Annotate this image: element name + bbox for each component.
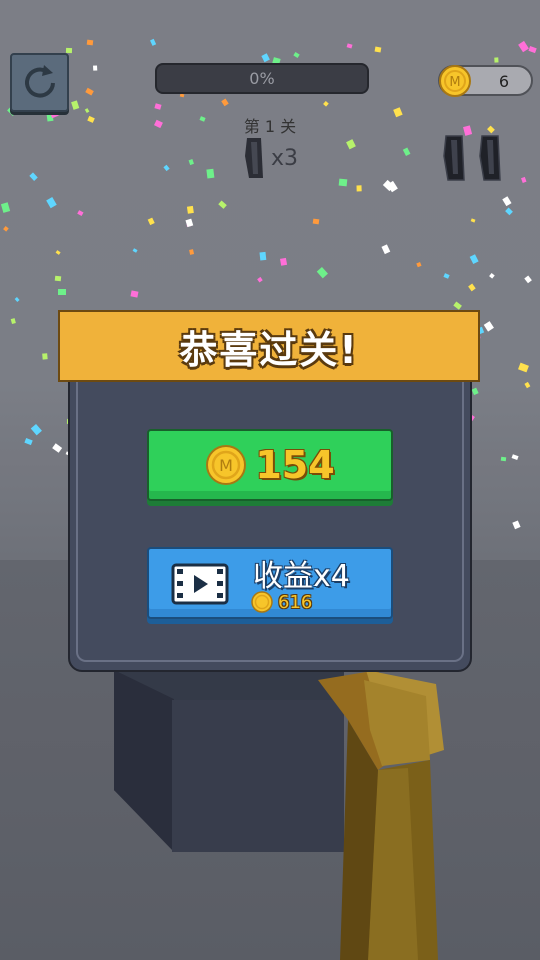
confetti-piece [65, 47, 73, 54]
level-progress-bar: 0% [155, 63, 369, 94]
restart-icon [24, 64, 55, 98]
confetti-piece [188, 158, 194, 165]
coin-counter: M 6 [438, 65, 533, 97]
ad-reward: 616 [251, 591, 312, 613]
confetti-piece [41, 352, 48, 360]
ad-reward-amount: 616 [278, 591, 313, 613]
ad-button-label: 收益x4 [253, 559, 350, 594]
coin-icon: M [439, 65, 471, 97]
confetti-piece [280, 258, 288, 267]
coin-count: 6 [498, 72, 509, 91]
spare-magazines [442, 134, 502, 182]
panel-inner-border [76, 380, 464, 662]
level-complete-panel [68, 378, 472, 672]
confetti-piece [259, 252, 267, 261]
magazine-count-text: x3 [271, 145, 299, 171]
reward-amount: 154 [255, 443, 335, 487]
claim-reward-button[interactable]: M 154 [147, 429, 393, 501]
coin-icon [251, 591, 273, 613]
confetti-piece [93, 65, 98, 71]
confetti-piece [374, 46, 381, 52]
magazine-icon [443, 135, 465, 181]
restart-button[interactable] [10, 53, 69, 112]
confetti-piece [206, 168, 215, 179]
level-label: 第 1 关 [243, 117, 297, 136]
magazine-icon [479, 135, 501, 181]
confetti-piece [356, 185, 362, 192]
progress-text: 0% [249, 69, 275, 88]
confetti-piece [57, 288, 66, 295]
title-banner: 恭喜过关! [58, 310, 480, 382]
confetti-piece [54, 275, 61, 281]
svg-text:M: M [219, 456, 233, 475]
svg-text:M: M [449, 75, 460, 90]
magazine-count: x3 [243, 136, 298, 180]
watch-ad-multiplier-button[interactable]: 收益x4 616 [147, 547, 393, 619]
confetti-piece [188, 249, 195, 255]
magazine-icon [245, 138, 263, 178]
confetti-piece [338, 178, 348, 187]
dialog-title: 恭喜过关! [179, 327, 359, 372]
video-icon [171, 563, 229, 605]
coin-icon: M [206, 445, 247, 485]
confetti-piece [494, 56, 499, 63]
confetti-piece [187, 205, 194, 214]
